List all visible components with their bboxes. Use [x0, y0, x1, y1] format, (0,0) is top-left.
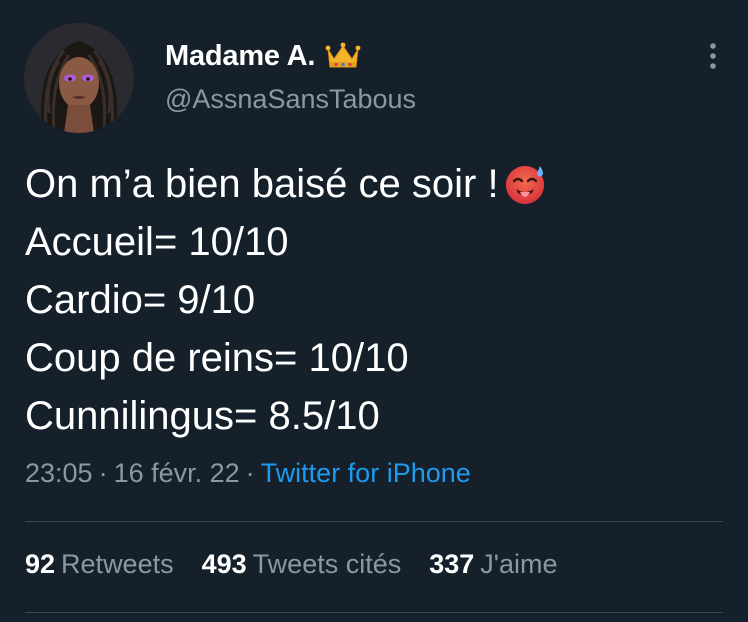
tweet-line-text: On m’a bien baisé ce soir ! [25, 162, 499, 206]
tweet-line: Cunnilingus= 8.5/10 [25, 394, 380, 438]
separator: · [245, 458, 255, 488]
likes-stat[interactable]: 337 J'aime [429, 549, 557, 580]
author-name-row[interactable]: Madame A. [165, 38, 361, 74]
retweets-label: Retweets [61, 549, 174, 579]
tweet-line: Accueil= 10/10 [25, 220, 289, 264]
retweets-stat[interactable]: 92 Retweets [25, 549, 174, 580]
tweet-stats: 92 Retweets 493 Tweets cités 337 J'aime [25, 549, 585, 580]
tweet-text: On m’a bien baisé ce soir ! Accueil= 10/… [25, 155, 715, 445]
tweet-line: On m’a bien baisé ce soir ! [25, 155, 715, 213]
divider [25, 521, 723, 522]
quote-tweets-count: 493 [201, 549, 247, 579]
display-name[interactable]: Madame A. [165, 40, 315, 73]
tweet-meta: 23:05 · 16 févr. 22 · Twitter for iPhone [25, 458, 471, 489]
retweets-count: 92 [25, 549, 56, 579]
author-handle[interactable]: @AssnaSansTabous [165, 84, 416, 115]
tweet-line: Coup de reins= 10/10 [25, 336, 409, 380]
hot-face-icon [503, 162, 547, 206]
more-icon [710, 43, 716, 69]
avatar[interactable] [24, 23, 134, 133]
likes-count: 337 [429, 549, 475, 579]
likes-label: J'aime [480, 549, 558, 579]
quote-tweets-label: Tweets cités [252, 549, 402, 579]
divider [25, 612, 723, 613]
tweet-card: Madame A. @AssnaSansTabous On m’a bien b… [0, 0, 748, 622]
more-options-button[interactable] [698, 38, 728, 74]
avatar-image [24, 23, 134, 133]
tweet-line: Cardio= 9/10 [25, 278, 256, 322]
crown-icon [325, 41, 361, 71]
tweet-source-link[interactable]: Twitter for iPhone [261, 458, 471, 488]
quote-tweets-stat[interactable]: 493 Tweets cités [202, 549, 402, 580]
separator: · [98, 458, 108, 488]
tweet-time[interactable]: 23:05 [25, 458, 93, 488]
tweet-date[interactable]: 16 févr. 22 [114, 458, 240, 488]
